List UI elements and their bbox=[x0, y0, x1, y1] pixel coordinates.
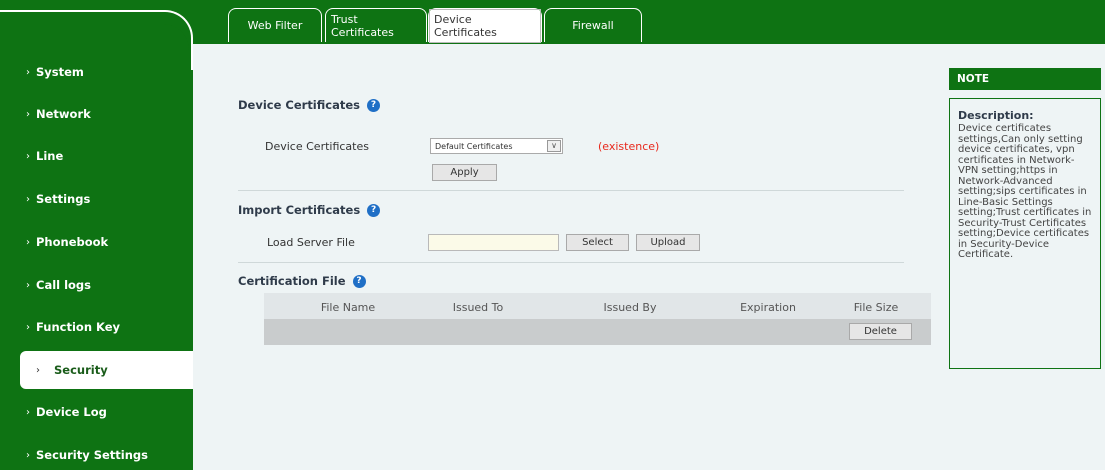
column-file-name: File Name bbox=[320, 301, 376, 314]
chevron-right-icon: › bbox=[36, 364, 40, 376]
sidebar-item-label: Security bbox=[54, 363, 108, 377]
sidebar-item-label: Call logs bbox=[36, 278, 92, 292]
column-file-size: File Size bbox=[853, 301, 899, 314]
sidebar-item-label: Phonebook bbox=[36, 235, 109, 249]
sidebar-item-settings[interactable]: › Settings bbox=[0, 180, 193, 218]
select-button[interactable]: Select bbox=[566, 234, 629, 251]
column-issued-to: Issued To bbox=[452, 301, 504, 314]
sidebar-item-label: Settings bbox=[36, 192, 91, 206]
sidebar-item-system[interactable]: › System bbox=[0, 53, 193, 91]
sidebar-item-device-log[interactable]: › Device Log bbox=[0, 393, 193, 431]
chevron-right-icon: › bbox=[26, 236, 30, 248]
divider bbox=[238, 190, 904, 191]
tab-web-filter[interactable]: Web Filter bbox=[228, 8, 322, 42]
chevron-right-icon: › bbox=[26, 279, 30, 291]
table-row: Delete bbox=[264, 319, 931, 345]
note-panel: Description: Device certificates setting… bbox=[949, 98, 1101, 369]
sidebar-item-label: Security Settings bbox=[36, 448, 148, 462]
device-certificates-heading: Device Certificates ? bbox=[238, 98, 380, 112]
sidebar-item-label: System bbox=[36, 65, 84, 79]
help-icon[interactable]: ? bbox=[352, 274, 366, 288]
chevron-right-icon: › bbox=[26, 449, 30, 461]
tab-trust-certificates[interactable]: Trust Certificates bbox=[325, 8, 427, 42]
certificate-status: (existence) bbox=[598, 140, 660, 153]
chevron-down-icon: ∨ bbox=[547, 140, 561, 152]
upload-button[interactable]: Upload bbox=[636, 234, 700, 251]
note-header: NOTE bbox=[949, 68, 1101, 90]
device-certificates-select[interactable]: Default Certificates ∨ bbox=[430, 138, 563, 154]
sidebar-item-line[interactable]: › Line bbox=[0, 137, 193, 175]
chevron-right-icon: › bbox=[26, 406, 30, 418]
divider bbox=[238, 262, 904, 263]
sidebar: › System › Network › Line › Settings › P… bbox=[0, 0, 193, 470]
sidebar-item-function-key[interactable]: › Function Key bbox=[0, 308, 193, 346]
sidebar-item-network[interactable]: › Network bbox=[0, 95, 193, 133]
sidebar-item-label: Network bbox=[36, 107, 91, 121]
column-issued-by: Issued By bbox=[603, 301, 657, 314]
chevron-right-icon: › bbox=[26, 321, 30, 333]
load-server-file-label: Load Server File bbox=[267, 236, 355, 249]
import-certificates-heading: Import Certificates ? bbox=[238, 203, 381, 217]
chevron-right-icon: › bbox=[26, 108, 30, 120]
sidebar-item-label: Function Key bbox=[36, 320, 121, 334]
column-expiration: Expiration bbox=[740, 301, 796, 314]
tab-device-certificates[interactable]: Device Certificates bbox=[428, 8, 542, 43]
help-icon[interactable]: ? bbox=[367, 98, 380, 112]
note-title: Description: bbox=[958, 109, 1034, 122]
sidebar-item-phonebook[interactable]: › Phonebook bbox=[0, 223, 193, 261]
delete-button[interactable]: Delete bbox=[849, 323, 912, 340]
device-certificates-label: Device Certificates bbox=[265, 140, 369, 153]
sidebar-item-label: Line bbox=[36, 149, 64, 163]
file-path-input[interactable] bbox=[428, 234, 559, 251]
certificate-table-header: File Name Issued To Issued By Expiration… bbox=[264, 293, 931, 319]
sidebar-item-security[interactable]: › Security bbox=[20, 351, 193, 389]
chevron-right-icon: › bbox=[26, 66, 30, 78]
note-description: Device certificates settings,Can only se… bbox=[958, 123, 1092, 260]
chevron-right-icon: › bbox=[26, 150, 30, 162]
chevron-right-icon: › bbox=[26, 193, 30, 205]
apply-button[interactable]: Apply bbox=[432, 164, 497, 181]
help-icon[interactable]: ? bbox=[367, 203, 381, 217]
tab-firewall[interactable]: Firewall bbox=[544, 8, 642, 42]
sidebar-item-call-logs[interactable]: › Call logs bbox=[0, 266, 193, 304]
sidebar-item-security-settings[interactable]: › Security Settings bbox=[0, 436, 193, 470]
certification-file-heading: Certification File ? bbox=[238, 274, 366, 288]
sidebar-item-label: Device Log bbox=[36, 405, 107, 419]
